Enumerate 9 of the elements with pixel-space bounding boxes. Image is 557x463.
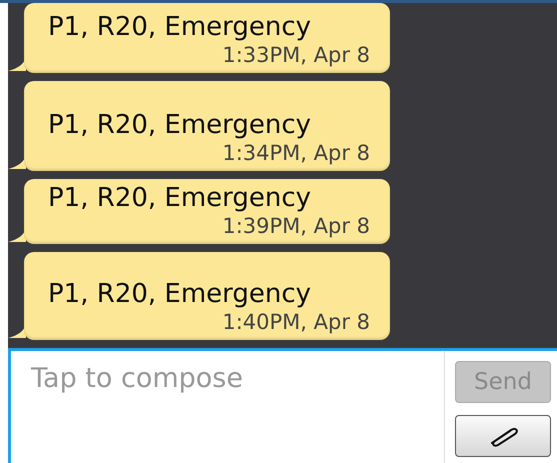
- attach-button[interactable]: [455, 415, 551, 457]
- message-time: 1:40PM, Apr 8: [221, 310, 370, 336]
- message-text: P1, R20, Emergency: [48, 12, 312, 43]
- message-text: P1, R20, Emergency: [48, 110, 312, 141]
- message-time: 1:33PM, Apr 8: [221, 42, 370, 69]
- message-time: 1:39PM, Apr 8: [221, 214, 370, 240]
- message-text: P1, R20, Emergency: [48, 184, 312, 214]
- message-time: 1:34PM, Apr 8: [221, 140, 370, 167]
- message-text: P1, R20, Emergency: [48, 280, 312, 310]
